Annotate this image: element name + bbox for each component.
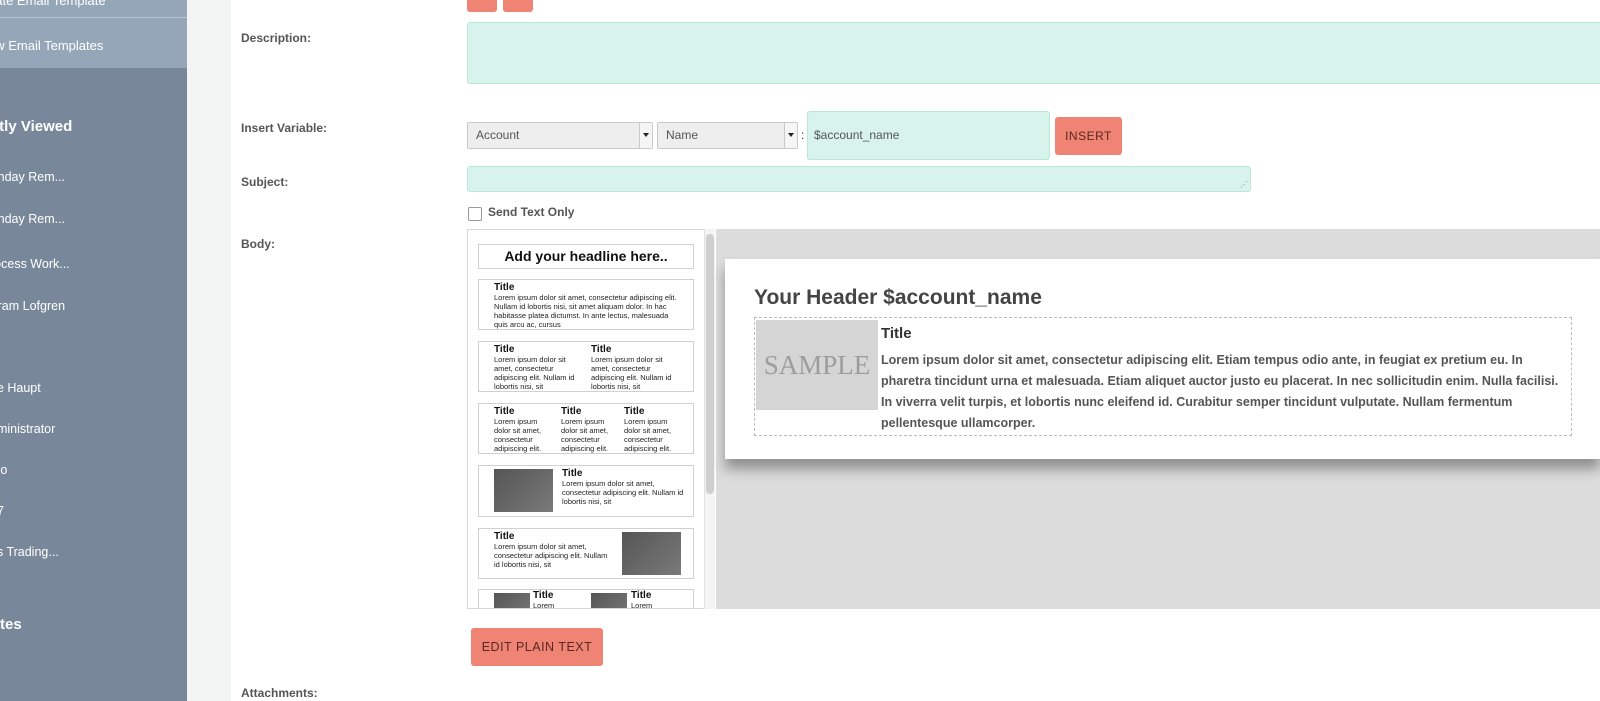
subject-label: Subject: (241, 175, 289, 189)
block-headline-text: Add your headline here.. (504, 248, 668, 264)
block-text: Lorem (533, 601, 555, 609)
recent-item[interactable]: rtram Lofgren (0, 299, 65, 313)
preview-header[interactable]: Your Header $account_name (754, 286, 1042, 310)
recently-viewed-heading: ntly Viewed (0, 118, 73, 135)
block-title: Title (494, 406, 515, 417)
image-placeholder (494, 469, 553, 512)
block-image-left-text[interactable]: Title Lorem ipsum dolor sit amet, consect… (478, 465, 694, 517)
body-label: Body: (241, 237, 275, 251)
send-text-only-label: Send Text Only (488, 205, 575, 219)
preview-body-text[interactable]: Lorem ipsum dolor sit amet, consectetur … (881, 350, 1561, 434)
block-text-one-column[interactable]: Title Lorem ipsum dolor sit amet, consec… (478, 279, 694, 330)
block-text: Lorem ipsum dolor sit amet, consectetur … (494, 417, 542, 453)
attachments-label: Attachments: (241, 686, 318, 700)
block-text-three-columns[interactable]: Title Lorem ipsum dolor sit amet, consect… (478, 403, 694, 454)
recent-item[interactable]: rocess Work... (0, 257, 70, 271)
description-tool-button[interactable] (467, 0, 497, 12)
content-gutter (187, 0, 231, 701)
block-text: Lorem ipsum dolor sit amet, consectetur … (494, 542, 608, 569)
block-title: Title (533, 590, 554, 601)
recent-item[interactable]: dministrator (0, 422, 55, 436)
sidebar-item-view-email-templates[interactable]: ew Email Templates (0, 29, 187, 62)
block-headline[interactable]: Add your headline here.. (478, 244, 694, 269)
block-text: Lorem (631, 601, 653, 609)
description-tool-button[interactable] (503, 0, 533, 12)
variable-separator: : (801, 128, 805, 142)
recent-item[interactable]: rthday Rem... (0, 212, 65, 226)
description-input[interactable] (467, 22, 1600, 84)
block-title: Title (494, 344, 515, 355)
sidebar-actions: eate Email Template ew Email Templates (0, 0, 187, 68)
chevron-down-icon (784, 123, 797, 148)
block-image-columns[interactable]: Title Lorem Title Lorem (478, 589, 694, 609)
blocks-scrollbar[interactable] (704, 229, 715, 609)
insert-variable-label: Insert Variable: (241, 121, 328, 135)
subject-input[interactable]: ⋰ (467, 166, 1251, 192)
block-text: Lorem ipsum dolor sit amet, consectetur … (624, 417, 672, 453)
field-select[interactable]: Name (657, 122, 798, 149)
block-text-two-columns[interactable]: Title Lorem ipsum dolor sit amet, consect… (478, 341, 694, 392)
block-text: Lorem ipsum dolor sit amet, consectetur … (561, 417, 609, 453)
image-placeholder (494, 593, 530, 608)
sample-image[interactable]: SAMPLE (756, 320, 878, 410)
recent-item[interactable]: rthday Rem... (0, 170, 65, 184)
block-title: Title (562, 468, 583, 479)
block-text: Lorem ipsum dolor sit amet, consectetur … (562, 479, 684, 506)
block-text: Lorem ipsum dolor sit amet, consectetur … (494, 293, 677, 329)
field-select-value: Name (666, 128, 699, 142)
block-title: Title (494, 531, 515, 542)
block-text: Lorem ipsum dolor sit amet, consectetur … (494, 355, 575, 391)
block-title: Title (624, 406, 645, 417)
image-placeholder (622, 532, 681, 575)
variable-value-input[interactable]: $account_name (807, 111, 1050, 160)
sidebar-item-create-email-template[interactable]: eate Email Template (0, 0, 187, 18)
recent-item[interactable]: os Trading... (0, 545, 59, 559)
block-title: Title (591, 344, 612, 355)
send-text-only-checkbox[interactable] (468, 207, 482, 221)
chevron-down-icon (639, 123, 652, 148)
recent-item[interactable]: 17 (0, 504, 4, 518)
block-title: Title (631, 590, 652, 601)
sidebar: eate Email Template ew Email Templates n… (0, 0, 187, 701)
module-select-value: Account (476, 128, 520, 142)
block-text-image-right[interactable]: Title Lorem ipsum dolor sit amet, consect… (478, 528, 694, 579)
block-title: Title (561, 406, 582, 417)
block-text: Lorem ipsum dolor sit amet, consectetur … (591, 355, 672, 391)
resize-handle-icon[interactable]: ⋰ (1240, 180, 1248, 189)
recent-item[interactable]: ne Haupt (0, 381, 41, 395)
block-title: Title (494, 282, 515, 293)
template-blocks-panel: Add your headline here.. Title Lorem ips… (467, 229, 715, 609)
preview-title[interactable]: Title (881, 325, 912, 342)
module-select[interactable]: Account (467, 122, 653, 149)
image-placeholder (591, 593, 627, 608)
recent-item[interactable]: mo (0, 463, 7, 477)
scrollbar-thumb[interactable] (706, 234, 714, 494)
favorites-heading: rites (0, 616, 22, 633)
edit-plain-text-button[interactable]: EDIT PLAIN TEXT (471, 628, 603, 666)
insert-button[interactable]: INSERT (1055, 117, 1122, 155)
description-label: Description: (241, 31, 312, 45)
